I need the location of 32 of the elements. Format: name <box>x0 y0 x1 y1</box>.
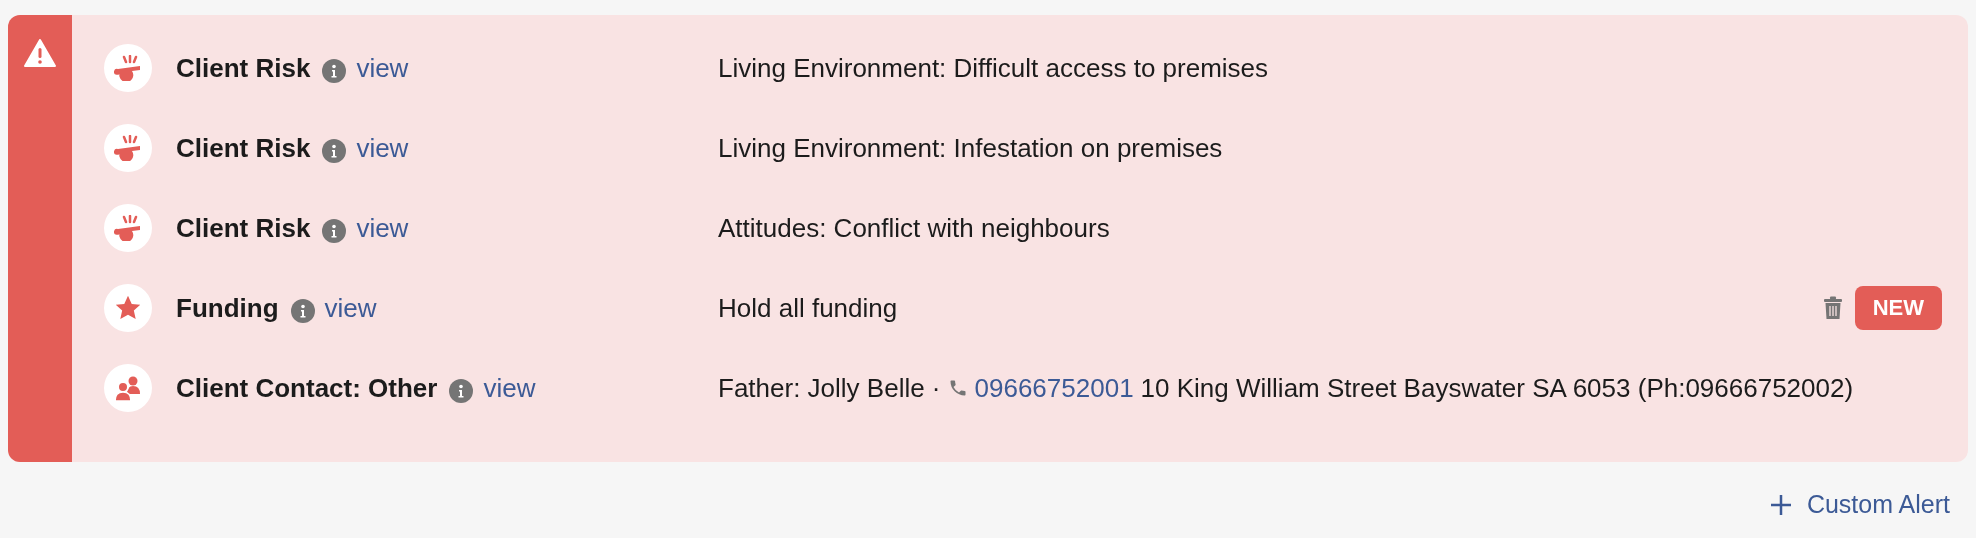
alert-detail: Father: Jolly Belle · <box>718 372 941 404</box>
people-icon <box>113 374 143 402</box>
alert-title: Client Risk <box>176 132 311 164</box>
whistle-icon <box>114 55 142 81</box>
info-icon[interactable] <box>322 139 347 163</box>
custom-alert-button[interactable]: Custom Alert <box>1764 486 1954 523</box>
contact-address: 10 King William Street Bayswater SA 6053 (Ph:09666752002) <box>1140 372 1854 404</box>
view-link[interactable]: view <box>356 212 409 244</box>
warning-icon <box>24 39 56 67</box>
view-link[interactable]: view <box>356 132 409 164</box>
alert-detail: Hold all funding <box>718 292 898 324</box>
plus-icon <box>1768 492 1793 517</box>
info-icon[interactable] <box>449 379 474 403</box>
alert-title: Funding <box>176 292 279 324</box>
trash-icon[interactable] <box>1822 296 1843 320</box>
alert-detail: Attitudes: Conflict with neighbours <box>718 212 1110 244</box>
alert-detail: Living Environment: Infestation on premises <box>718 132 1223 164</box>
star-icon <box>114 294 142 322</box>
info-icon[interactable] <box>290 299 315 323</box>
info-icon[interactable] <box>322 59 347 83</box>
alert-title: Client Risk <box>176 212 311 244</box>
alert-detail: Living Environment: Difficult access to premises <box>718 52 1269 84</box>
alert-title: Client Contact: Other <box>176 372 438 404</box>
whistle-icon <box>114 135 142 161</box>
alert-title: Client Risk <box>176 52 311 84</box>
view-link[interactable]: view <box>483 372 536 404</box>
view-link[interactable]: view <box>356 52 409 84</box>
whistle-icon <box>114 215 142 241</box>
new-badge: NEW <box>1854 286 1942 330</box>
phone-link[interactable]: 09666752001 <box>974 372 1134 404</box>
view-link[interactable]: view <box>324 292 377 324</box>
info-icon[interactable] <box>322 219 347 243</box>
